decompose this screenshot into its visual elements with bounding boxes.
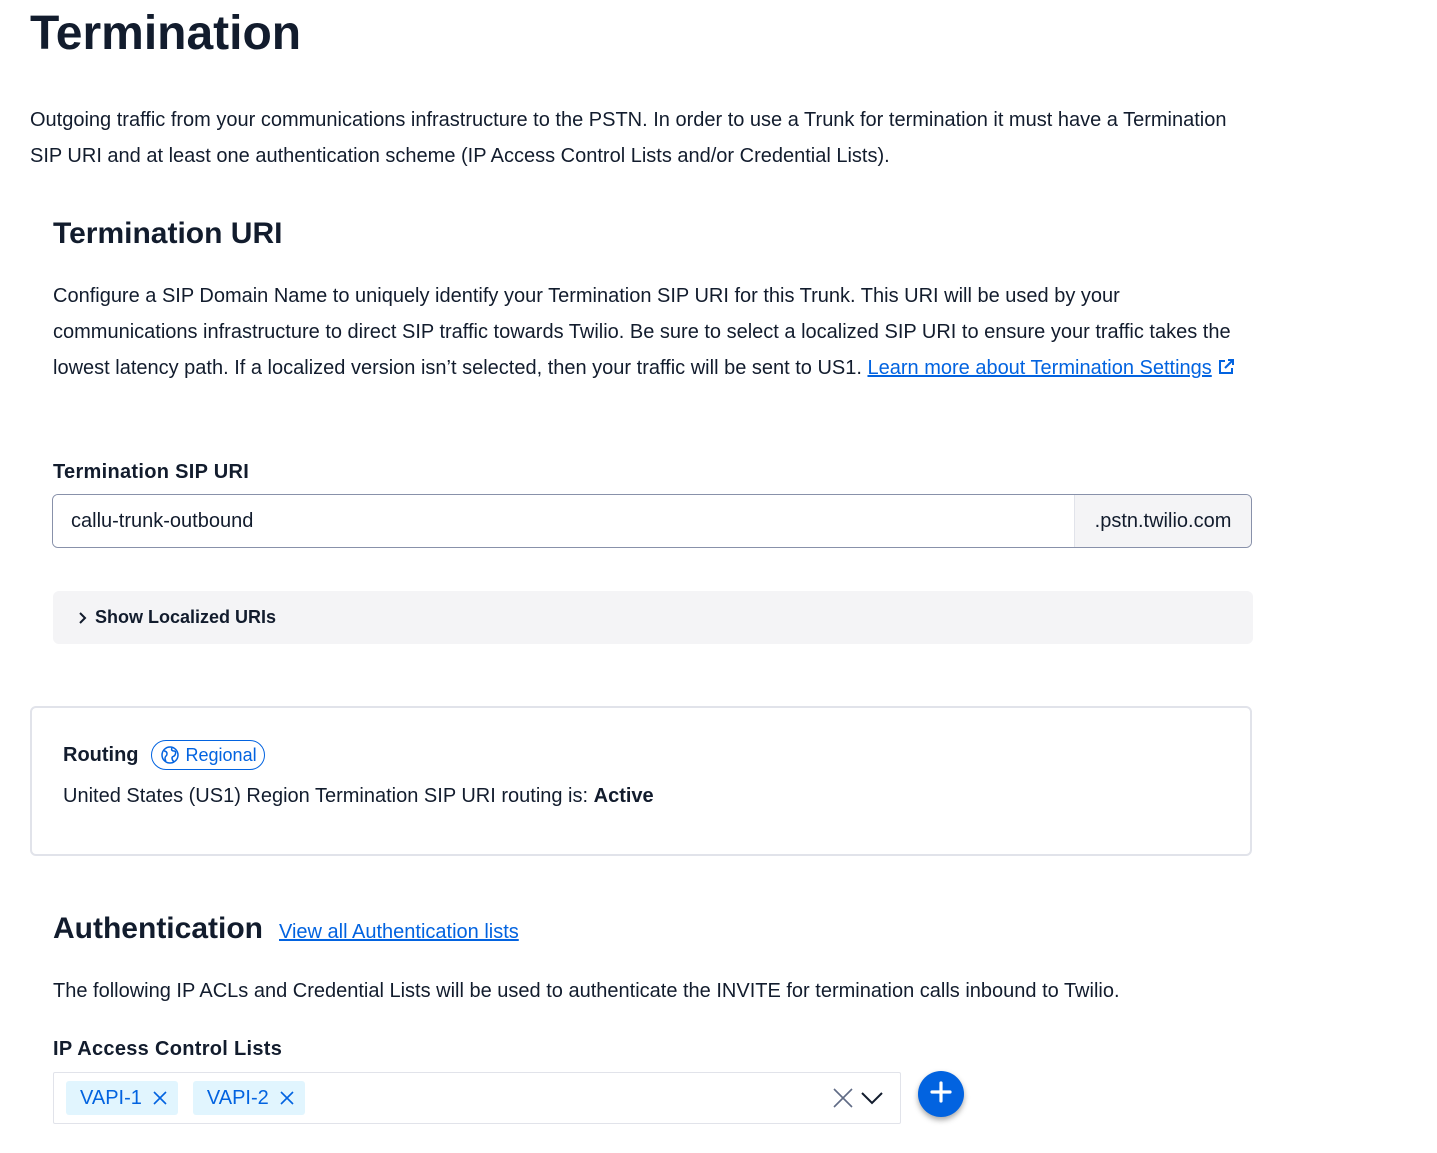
ip-acl-tag: VAPI-2 xyxy=(192,1081,305,1115)
termination-sip-uri-label: Termination SIP URI xyxy=(53,461,250,483)
clear-all-icon[interactable] xyxy=(832,1087,854,1109)
ip-acl-tag-label: VAPI-2 xyxy=(206,1086,269,1109)
routing-header: Routing Regional xyxy=(63,740,265,770)
add-ip-acl-button[interactable] xyxy=(918,1071,964,1117)
view-all-authentication-lists-link[interactable]: View all Authentication lists xyxy=(279,921,519,944)
ip-acl-tag: VAPI-1 xyxy=(66,1081,178,1115)
termination-uri-description: Configure a SIP Domain Name to uniquely … xyxy=(53,278,1268,388)
termination-sip-uri-field: .pstn.twilio.com xyxy=(52,494,1252,548)
termination-sip-uri-input[interactable] xyxy=(53,495,1074,547)
ip-acl-multiselect[interactable]: VAPI-1 VAPI-2 xyxy=(53,1072,901,1124)
remove-tag-icon[interactable] xyxy=(152,1090,168,1106)
remove-tag-icon[interactable] xyxy=(279,1090,295,1106)
globe-icon xyxy=(160,745,180,765)
termination-page: Termination Outgoing traffic from your c… xyxy=(0,0,1437,1153)
learn-more-termination-link[interactable]: Learn more about Termination Settings xyxy=(867,357,1234,379)
chevron-down-icon[interactable] xyxy=(860,1091,884,1105)
termination-uri-heading: Termination URI xyxy=(53,217,283,250)
authentication-header: Authentication View all Authentication l… xyxy=(53,912,519,946)
chevron-right-icon xyxy=(77,611,87,625)
regional-badge-label: Regional xyxy=(185,744,257,765)
routing-status: United States (US1) Region Termination S… xyxy=(63,785,654,808)
ip-acl-tag-label: VAPI-1 xyxy=(80,1086,142,1109)
routing-status-text: United States (US1) Region Termination S… xyxy=(63,785,594,807)
plus-icon xyxy=(929,1080,953,1109)
show-localized-uris-toggle[interactable]: Show Localized URIs xyxy=(53,591,1253,644)
external-link-icon xyxy=(1217,352,1235,388)
learn-more-termination-link-text: Learn more about Termination Settings xyxy=(867,357,1212,379)
routing-card: Routing Regional United States (US1) Reg… xyxy=(30,706,1252,856)
regional-badge: Regional xyxy=(150,740,265,770)
authentication-description: The following IP ACLs and Credential Lis… xyxy=(53,980,1120,1002)
routing-status-value: Active xyxy=(593,785,654,807)
sip-uri-suffix: .pstn.twilio.com xyxy=(1074,495,1251,547)
show-localized-uris-label: Show Localized URIs xyxy=(95,607,277,627)
multiselect-controls xyxy=(832,1087,884,1109)
page-intro: Outgoing traffic from your communication… xyxy=(30,109,1227,167)
ip-acl-label: IP Access Control Lists xyxy=(53,1038,283,1060)
routing-title: Routing xyxy=(63,743,139,766)
page-title: Termination xyxy=(30,7,302,60)
authentication-heading: Authentication xyxy=(53,912,263,945)
